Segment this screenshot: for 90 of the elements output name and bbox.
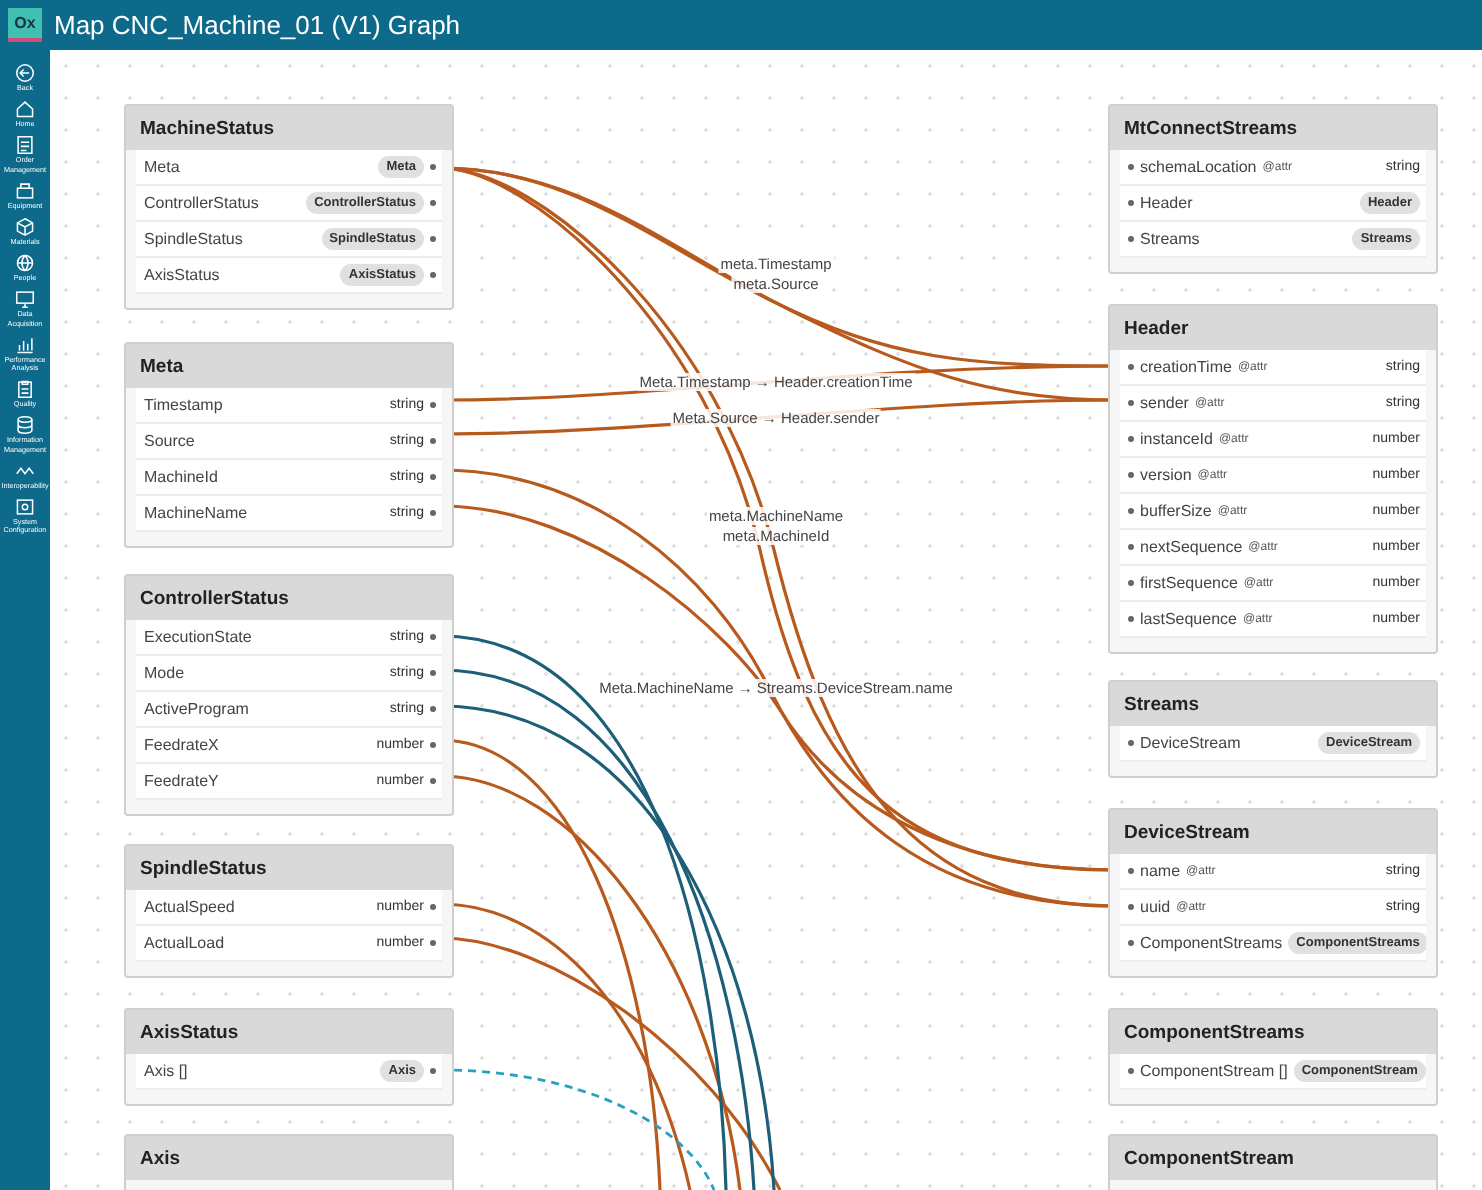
database-icon <box>14 414 36 437</box>
port-icon[interactable] <box>430 1068 436 1074</box>
port-icon[interactable] <box>430 164 436 170</box>
app-logo[interactable]: Ox <box>8 8 42 42</box>
field-name: Streams <box>1140 230 1202 248</box>
port-icon[interactable] <box>430 474 436 480</box>
field-name: Meta <box>144 158 182 176</box>
field-name: sender <box>1140 394 1189 412</box>
port-icon[interactable] <box>430 904 436 910</box>
field-name: Mode <box>144 664 187 682</box>
node-title: ComponentStreams <box>1110 1010 1436 1054</box>
cube-icon <box>14 216 36 239</box>
node-title: Meta <box>126 344 452 388</box>
window-title: Map CNC_Machine_01 (V1) Graph <box>54 10 461 40</box>
field-name: firstSequence <box>1140 574 1238 592</box>
document-icon <box>14 134 36 157</box>
node-title: ControllerStatus <box>126 576 452 620</box>
chart-icon <box>14 333 36 356</box>
field-name: Source <box>144 432 197 450</box>
port-icon[interactable] <box>1128 164 1134 170</box>
port-icon[interactable] <box>430 742 436 748</box>
port-icon[interactable] <box>1128 1068 1134 1074</box>
field-name: SpindleStatus <box>144 230 245 248</box>
port-icon[interactable] <box>1128 740 1134 746</box>
field-name: MachineName <box>144 504 250 522</box>
port-icon[interactable] <box>1128 940 1134 946</box>
gear-icon <box>14 496 36 519</box>
clipboard-icon <box>14 378 36 401</box>
node-title: Header <box>1110 306 1436 350</box>
port-icon[interactable] <box>1128 508 1134 514</box>
field-name: instanceId <box>1140 430 1213 448</box>
port-icon[interactable] <box>1128 580 1134 586</box>
back-icon <box>14 62 36 84</box>
node-title: ComponentStream <box>1110 1136 1436 1180</box>
field-name: ComponentStreams <box>1140 934 1283 952</box>
globe-icon <box>14 252 36 275</box>
field-name: FeedrateY <box>144 772 221 790</box>
port-icon[interactable] <box>1128 436 1134 442</box>
field-name: ExecutionState <box>144 628 254 646</box>
field-name: FeedrateX <box>144 736 221 754</box>
port-icon[interactable] <box>1128 236 1134 242</box>
node-title: Axis <box>126 1136 452 1180</box>
node-title: SpindleStatus <box>126 846 452 890</box>
field-name: Axis [] <box>144 1062 190 1080</box>
schema-node[interactable]: ComponentStream <box>1108 1134 1438 1190</box>
field-name: Timestamp <box>144 396 225 414</box>
home-icon <box>14 98 36 121</box>
port-icon[interactable] <box>1128 200 1134 206</box>
field-name: schemaLocation <box>1140 158 1257 176</box>
monitor-icon <box>14 288 36 311</box>
node-title: MtConnectStreams <box>1110 106 1436 150</box>
field-name: ControllerStatus <box>144 194 261 212</box>
field-name: ComponentStream [] <box>1140 1062 1288 1080</box>
field-name: Header <box>1140 194 1195 212</box>
port-icon[interactable] <box>430 778 436 784</box>
port-icon[interactable] <box>430 510 436 516</box>
port-icon[interactable] <box>430 200 436 206</box>
field-name: nextSequence <box>1140 538 1243 556</box>
port-icon[interactable] <box>430 438 436 444</box>
field-name: uuid <box>1140 898 1171 916</box>
field-name: lastSequence <box>1140 610 1237 628</box>
field-name: version <box>1140 466 1192 484</box>
port-icon[interactable] <box>430 272 436 278</box>
field-name: ActualSpeed <box>144 898 237 916</box>
node-title: Streams <box>1110 682 1436 726</box>
node-title: AxisStatus <box>126 1010 452 1054</box>
node-title: MachineStatus <box>126 106 452 150</box>
field-name: name <box>1140 862 1181 880</box>
port-icon[interactable] <box>1128 400 1134 406</box>
node-title: DeviceStream <box>1110 810 1436 854</box>
field-name: AxisStatus <box>144 266 222 284</box>
port-icon[interactable] <box>430 236 436 242</box>
port-icon[interactable] <box>1128 364 1134 370</box>
port-icon[interactable] <box>430 670 436 676</box>
field-name: DeviceStream <box>1140 734 1243 752</box>
port-icon[interactable] <box>430 706 436 712</box>
field-name: bufferSize <box>1140 502 1212 520</box>
port-icon[interactable] <box>1128 868 1134 874</box>
field-name: ActiveProgram <box>144 700 251 718</box>
port-icon[interactable] <box>430 634 436 640</box>
port-icon[interactable] <box>1128 904 1134 910</box>
port-icon[interactable] <box>1128 544 1134 550</box>
field-name: ActualLoad <box>144 934 227 952</box>
port-icon[interactable] <box>1128 616 1134 622</box>
port-icon[interactable] <box>430 402 436 408</box>
schema-node[interactable]: Axis <box>124 1134 454 1190</box>
port-icon[interactable] <box>1128 472 1134 478</box>
field-name: MachineId <box>144 468 220 486</box>
port-icon[interactable] <box>430 940 436 946</box>
field-name: creationTime <box>1140 358 1232 376</box>
